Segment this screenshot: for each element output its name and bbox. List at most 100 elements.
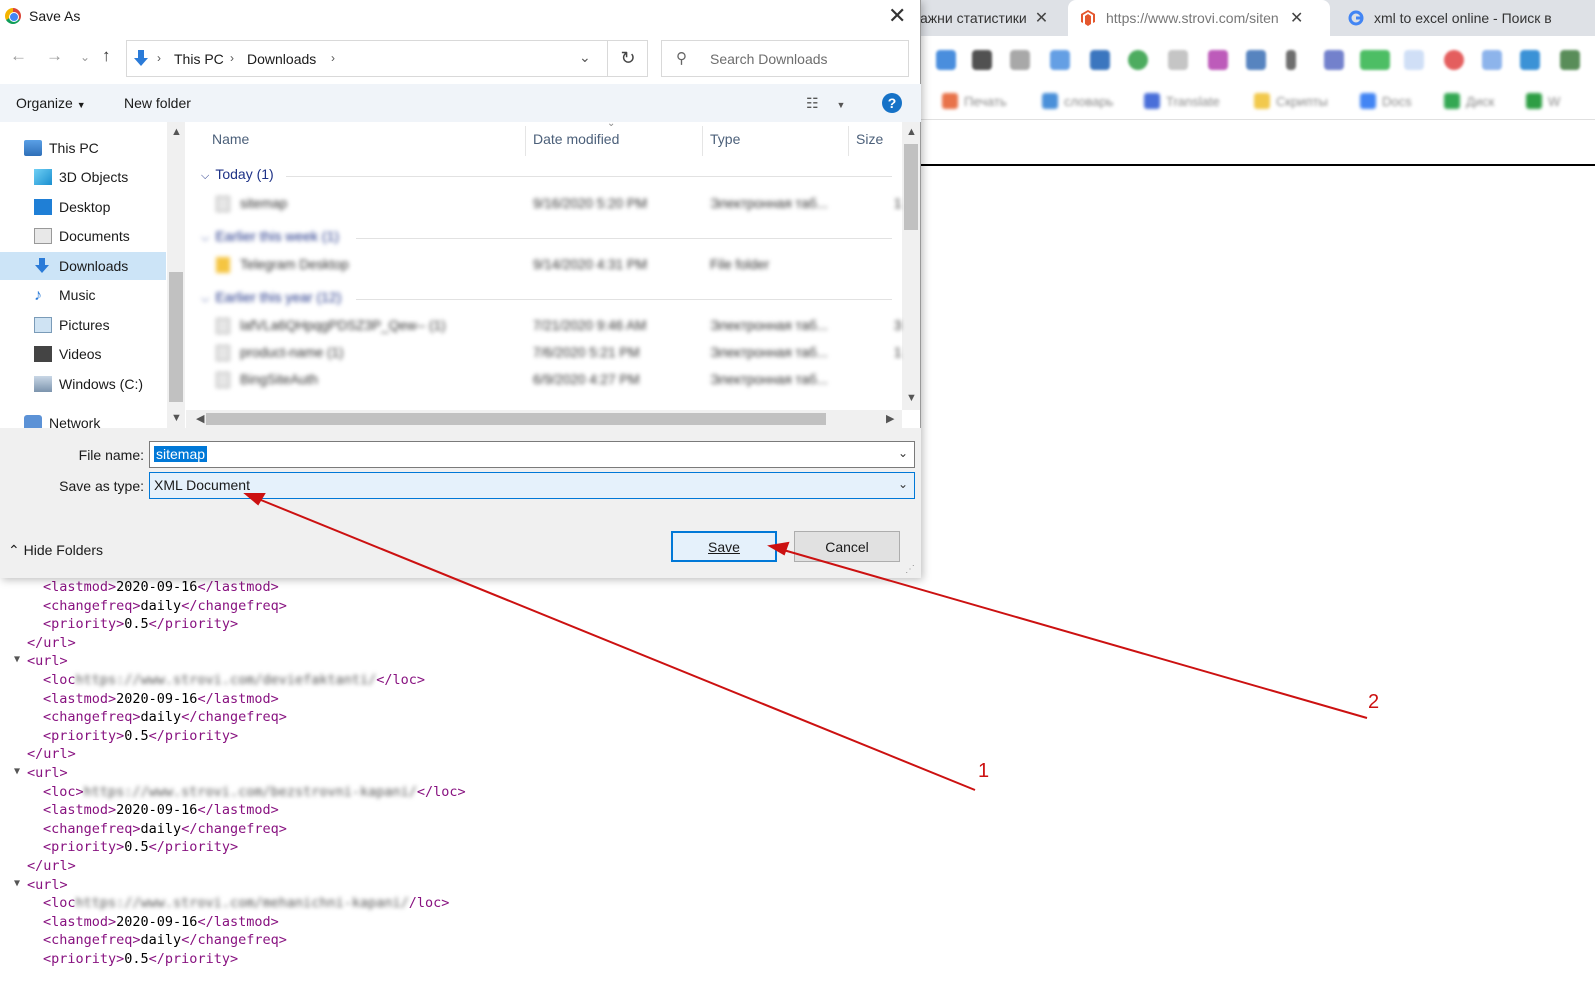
scrollbar-thumb[interactable] <box>206 413 826 425</box>
sidebar-item-downloads[interactable]: Downloads <box>0 252 166 280</box>
xml-line: <changefreq>daily</changefreq> <box>43 708 287 726</box>
extension-icon[interactable] <box>972 50 992 70</box>
bookmark[interactable]: Translate <box>1144 92 1220 110</box>
address-bar[interactable]: › This PC › Downloads › ⌄ ↻ <box>126 40 648 77</box>
extension-icon[interactable] <box>1444 50 1464 70</box>
bookmark[interactable]: Docs <box>1360 92 1412 110</box>
file-row[interactable]: BingSiteAuth 6/9/2020 4:27 PM Электронная … <box>216 370 902 392</box>
resize-grip-icon[interactable]: ⋰ <box>905 564 915 575</box>
new-folder-button[interactable]: New folder <box>124 95 191 111</box>
sidebar-item-windows-c[interactable]: Windows (C:) <box>0 370 166 398</box>
extension-icon[interactable] <box>1404 50 1424 70</box>
browser-tab[interactable]: ажни статистики ✕ <box>920 0 1060 36</box>
xml-line: <loc>https://www.strovi.com/bezstrovni-k… <box>43 783 466 801</box>
chevron-down-icon[interactable]: ⌄ <box>898 477 908 491</box>
column-header-type[interactable]: Type <box>710 122 740 156</box>
column-header-size[interactable]: Size <box>856 122 883 156</box>
extension-icon[interactable] <box>1324 50 1344 70</box>
sidebar-item-desktop[interactable]: Desktop <box>0 193 166 221</box>
collapse-triangle-icon[interactable]: ▼ <box>14 766 20 777</box>
refresh-icon[interactable]: ↻ <box>607 41 648 76</box>
bookmark[interactable]: W <box>1526 92 1560 110</box>
chevron-down-icon[interactable]: ⌄ <box>898 446 908 460</box>
file-name-field[interactable]: sitemap ⌄ <box>149 441 915 468</box>
hide-folders-button[interactable]: ⌃ Hide Folders <box>8 542 103 559</box>
bookmark[interactable]: Скрипты <box>1254 92 1328 110</box>
extension-icon[interactable] <box>936 50 956 70</box>
sidebar-item-music[interactable]: ♪ Music <box>0 281 166 309</box>
bookmark[interactable]: Диск <box>1444 92 1494 110</box>
scrollbar-thumb[interactable] <box>169 272 183 402</box>
file-type: File folder <box>710 257 770 272</box>
browser-tab-active[interactable]: https://www.strovi.com/siten ✕ <box>1068 0 1330 36</box>
extension-icon[interactable] <box>1246 50 1266 70</box>
browser-tab[interactable]: xml to excel online - Поиск в <box>1348 0 1595 36</box>
navigation-pane: ▲ ▼ This PC 3D Objects Desktop Documents Dow… <box>0 122 186 431</box>
extension-icon[interactable] <box>1560 50 1580 70</box>
extension-icon[interactable] <box>1286 50 1296 70</box>
extension-icon[interactable] <box>1360 50 1390 70</box>
extension-icon[interactable] <box>1208 50 1228 70</box>
page-divider <box>920 164 1595 166</box>
scroll-up-icon[interactable]: ▲ <box>171 126 182 138</box>
extension-icon[interactable] <box>1010 50 1030 70</box>
organize-button[interactable]: Organize ▼ <box>16 95 86 111</box>
help-icon[interactable]: ? <box>882 93 902 113</box>
chevron-down-icon[interactable]: ⌄ <box>579 49 591 66</box>
breadcrumb-downloads[interactable]: Downloads <box>247 51 316 67</box>
desktop-icon <box>34 199 52 215</box>
sidebar-item-3d-objects[interactable]: 3D Objects <box>0 163 166 191</box>
nav-scrollbar[interactable]: ▲ ▼ <box>167 122 185 428</box>
view-options-icon[interactable]: ☷ ▼ <box>806 95 845 112</box>
file-row[interactable]: sitemap 9/16/2020 5:20 PM Электронная таб.… <box>216 194 902 216</box>
up-arrow-icon[interactable]: ↑ <box>102 46 111 66</box>
xml-tag: </lastmod> <box>197 579 279 595</box>
file-list-vscrollbar[interactable]: ▲ ▼ <box>902 122 920 410</box>
file-group-header[interactable]: ⌵ Earlier this year (12) <box>201 289 341 306</box>
collapse-triangle-icon[interactable]: ▼ <box>14 878 20 889</box>
file-group-header[interactable]: ⌵ Earlier this week (1) <box>201 228 339 245</box>
save-button[interactable]: Save <box>671 531 777 562</box>
sidebar-item-this-pc[interactable]: This PC <box>0 134 166 162</box>
file-row[interactable]: lafVLa6QHpqgPDSZ3P_Qew-- (1) 7/21/2020 9:… <box>216 316 902 338</box>
extension-icon[interactable] <box>1050 50 1070 70</box>
search-input[interactable]: ⚲ Search Downloads <box>661 40 909 77</box>
close-icon[interactable]: ✕ <box>888 3 906 29</box>
column-divider[interactable] <box>525 126 526 156</box>
column-divider[interactable] <box>848 126 849 156</box>
extension-icon[interactable] <box>1482 50 1502 70</box>
collapse-triangle-icon[interactable]: ▼ <box>14 654 20 665</box>
cancel-button[interactable]: Cancel <box>794 531 900 562</box>
file-row[interactable]: Telegram Desktop 9/14/2020 4:31 PM File fo… <box>216 255 902 277</box>
extension-icon[interactable] <box>1128 50 1148 70</box>
bookmark[interactable]: Печать <box>942 92 1007 110</box>
close-tab-icon[interactable]: ✕ <box>1290 8 1303 28</box>
close-tab-icon[interactable]: ✕ <box>1035 8 1048 28</box>
back-arrow-icon[interactable]: ← <box>10 46 27 66</box>
extension-icon[interactable] <box>1520 50 1540 70</box>
xml-tag: <loc <box>43 672 76 688</box>
forward-arrow-icon[interactable]: → <box>46 46 63 66</box>
sidebar-item-videos[interactable]: Videos <box>0 340 166 368</box>
scroll-up-icon[interactable]: ▲ <box>906 126 917 138</box>
sidebar-item-pictures[interactable]: Pictures <box>0 311 166 339</box>
scrollbar-thumb[interactable] <box>904 144 918 230</box>
scroll-down-icon[interactable]: ▼ <box>906 392 917 404</box>
extension-icon[interactable] <box>1168 50 1188 70</box>
scroll-down-icon[interactable]: ▼ <box>171 412 182 424</box>
extension-icon[interactable] <box>1090 50 1110 70</box>
save-type-select[interactable]: XML Document ⌄ <box>149 472 915 499</box>
scroll-left-icon[interactable]: ◀ <box>196 412 204 425</box>
xml-tag: <loc <box>43 895 76 912</box>
xml-tag: </lastmod> <box>197 802 279 819</box>
scroll-right-icon[interactable]: ▶ <box>886 412 894 425</box>
sidebar-item-documents[interactable]: Documents <box>0 222 166 250</box>
file-group-header[interactable]: ⌵ Today (1) <box>201 166 274 183</box>
file-row[interactable]: product-name (1) 7/6/2020 5:21 PM Электрон… <box>216 343 902 365</box>
bookmark[interactable]: словарь <box>1042 92 1113 110</box>
recent-locations-icon[interactable]: ⌄ <box>80 50 90 64</box>
column-divider[interactable] <box>702 126 703 156</box>
column-header-name[interactable]: Name <box>212 122 249 156</box>
file-list-hscrollbar[interactable]: ◀ ▶ <box>186 410 902 428</box>
breadcrumb-this-pc[interactable]: This PC <box>174 51 224 67</box>
